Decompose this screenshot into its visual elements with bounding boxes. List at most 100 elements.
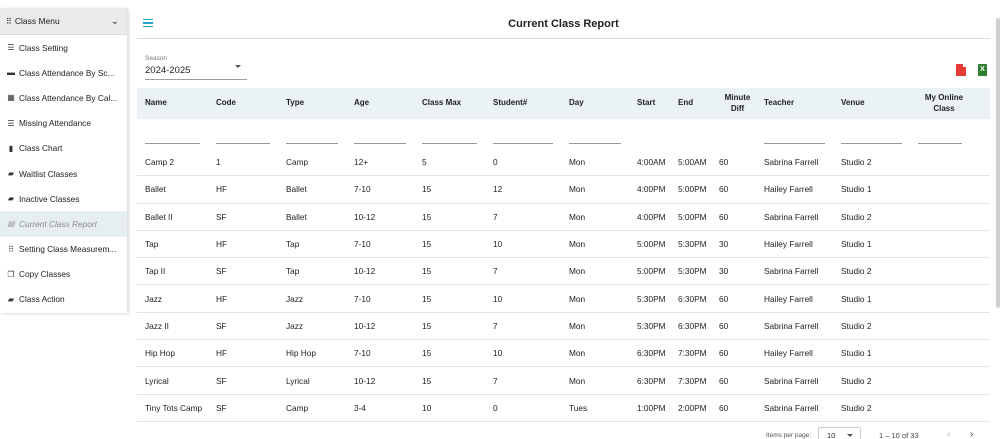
- column-header[interactable]: Student#: [485, 98, 561, 108]
- column-header[interactable]: Teacher: [756, 98, 833, 108]
- column-filter-input[interactable]: [561, 143, 629, 144]
- table-cell: 12: [493, 184, 503, 195]
- sidebar-item-label: Inactive Classes: [19, 193, 80, 204]
- table-cell: 15: [422, 211, 432, 222]
- table-cell: Tap: [145, 239, 159, 250]
- column-header[interactable]: End: [670, 98, 711, 108]
- table-cell: Tues: [569, 402, 588, 413]
- table-row[interactable]: Tap II SF Tap 10-12 15 7 Mon 5:00PM 5:30PM 30 Sabr…: [137, 258, 990, 286]
- table-cell: Mon: [569, 266, 586, 277]
- table-cell: 15: [422, 293, 432, 304]
- table-cell: Jazz: [145, 293, 163, 304]
- items-per-page-select[interactable]: 10: [818, 427, 861, 439]
- column-filter-input[interactable]: [346, 143, 414, 144]
- class-menu-label: Class Menu: [14, 16, 60, 26]
- table-cell: SF: [216, 211, 227, 222]
- table-cell: HF: [216, 184, 228, 195]
- sidebar-item[interactable]: ⠿ Setting Class Measurem...: [0, 237, 127, 262]
- table-cell: Sabrina Farrell: [764, 266, 819, 277]
- column-header[interactable]: My Online Class: [910, 93, 970, 114]
- table-cell: Mon: [569, 211, 586, 222]
- column-header[interactable]: Minute Diff: [711, 93, 756, 114]
- table-row[interactable]: Ballet II SF Ballet 10-12 15 7 Mon 4:00PM 5:00PM…: [137, 204, 990, 231]
- table-cell: Studio 2: [841, 211, 872, 222]
- table-cell: Hailey Farrell: [764, 184, 813, 195]
- table-row[interactable]: Camp 2 1 Camp 12+ 5 0 Mon 4:00AM 5:00AM 60 Sabrina…: [137, 149, 990, 177]
- filter-underline: [422, 143, 477, 144]
- briefcase-icon: ▰: [7, 194, 15, 204]
- table-cell: 6:30PM: [678, 320, 707, 331]
- filter-underline: [569, 143, 621, 144]
- sidebar-item[interactable]: ▰ Inactive Classes: [0, 186, 127, 211]
- table-cell: 60: [719, 375, 729, 386]
- table-cell: Tap: [286, 239, 300, 250]
- table-cell: 15: [422, 266, 432, 277]
- next-page-icon[interactable]: ›: [970, 429, 973, 439]
- table-cell: 5:00AM: [678, 157, 707, 168]
- sidebar-item[interactable]: ▦ Class Attendance By Cal...: [0, 85, 127, 110]
- table-cell: 12+: [354, 157, 369, 168]
- sidebar-item[interactable]: ▰ Waitlist Classes: [0, 161, 127, 186]
- column-header[interactable]: Class Max: [414, 98, 485, 108]
- table-row[interactable]: Lyrical SF Lyrical 10-12 15 7 Mon 6:30PM 7:30PM 6…: [137, 367, 990, 395]
- table-cell: 30: [719, 239, 729, 250]
- column-header[interactable]: Day: [561, 98, 629, 108]
- chevron-down-icon[interactable]: ⌄: [111, 16, 119, 27]
- column-filter-input[interactable]: [833, 143, 910, 144]
- table-cell: Sabrina Farrell: [764, 320, 819, 331]
- page-scrollbar[interactable]: [996, 18, 1000, 308]
- season-label: Season: [145, 55, 168, 62]
- table-cell: 60: [719, 320, 729, 331]
- column-filter-input[interactable]: [414, 143, 485, 144]
- sidebar-item[interactable]: ☰ Class Setting: [0, 35, 127, 60]
- export-pdf-icon[interactable]: [956, 64, 966, 76]
- previous-page-icon[interactable]: ‹: [947, 429, 950, 439]
- items-per-page-value: 10: [827, 431, 836, 439]
- list-icon: ☰: [7, 43, 15, 53]
- column-filter-input[interactable]: [278, 143, 346, 144]
- column-header[interactable]: Code: [208, 98, 278, 108]
- table-cell: 10-12: [354, 266, 376, 277]
- table-row[interactable]: Jazz HF Jazz 7-10 15 10 Mon 5:30PM 6:30PM 60 Haile…: [137, 285, 990, 313]
- table-row[interactable]: Tiny Tots Camp SF Camp 3-4 10 0 Tues 1:00PM 2:00…: [137, 395, 990, 422]
- table-row[interactable]: Jazz II SF Jazz 10-12 15 7 Mon 5:30PM 6:30PM 60 Sa…: [137, 313, 990, 341]
- column-filter-input[interactable]: [756, 143, 833, 144]
- column-filter-input[interactable]: [485, 143, 561, 144]
- table-cell: 7:30PM: [678, 375, 707, 386]
- column-header[interactable]: Age: [346, 98, 414, 108]
- column-filter-input[interactable]: [208, 143, 278, 144]
- class-report-table: Name Code Type Age Class Max Student# Day Start…: [137, 88, 990, 422]
- table-cell: 7-10: [354, 239, 371, 250]
- column-header[interactable]: Start: [629, 98, 670, 108]
- page-title: Current Class Report: [508, 18, 619, 30]
- table-row[interactable]: Tap HF Tap 7-10 15 10 Mon 5:00PM 5:30PM 30 Hailey …: [137, 231, 990, 259]
- class-menu-header[interactable]: ⠿ Class Menu ⌄: [0, 8, 127, 35]
- table-cell: 6:30PM: [637, 375, 666, 386]
- sidebar-item[interactable]: ▰ Class Action: [0, 287, 127, 312]
- report-icon: ▤: [7, 219, 15, 229]
- table-cell: 1: [216, 157, 221, 168]
- table-cell: Camp: [286, 157, 309, 168]
- column-header[interactable]: Venue: [833, 98, 910, 108]
- column-header[interactable]: Type: [278, 98, 346, 108]
- column-filter-input[interactable]: [910, 143, 970, 144]
- table-cell: SF: [216, 320, 227, 331]
- export-excel-icon[interactable]: X: [978, 64, 987, 76]
- sidebar-item[interactable]: ▬ Class Attendance By Sc...: [0, 60, 127, 85]
- table-cell: Studio 2: [841, 402, 872, 413]
- column-header[interactable]: Name: [137, 98, 208, 108]
- season-select[interactable]: Season 2024-2025: [145, 55, 247, 80]
- table-cell: 10-12: [354, 320, 376, 331]
- table-row[interactable]: Ballet HF Ballet 7-10 15 12 Mon 4:00PM 5:00PM 60 H…: [137, 176, 990, 204]
- sidebar-item-label: Class Chart: [19, 143, 63, 154]
- sidebar-item[interactable]: ▮ Class Chart: [0, 136, 127, 161]
- table-row[interactable]: Hip Hop HF Hip Hop 7-10 15 10 Mon 6:30PM 7:30PM 6…: [137, 340, 990, 368]
- sidebar-item[interactable]: ☰ Missing Attendance: [0, 111, 127, 136]
- sidebar-item[interactable]: ❐ Copy Classes: [0, 262, 127, 287]
- table-cell: Ballet II: [145, 211, 173, 222]
- sidebar-item-label: Class Action: [19, 294, 65, 305]
- column-filter-input[interactable]: [137, 143, 208, 144]
- sidebar-item[interactable]: ▤ Current Class Report: [0, 211, 127, 237]
- filter-underline: [286, 143, 338, 144]
- table-cell: 7-10: [354, 184, 371, 195]
